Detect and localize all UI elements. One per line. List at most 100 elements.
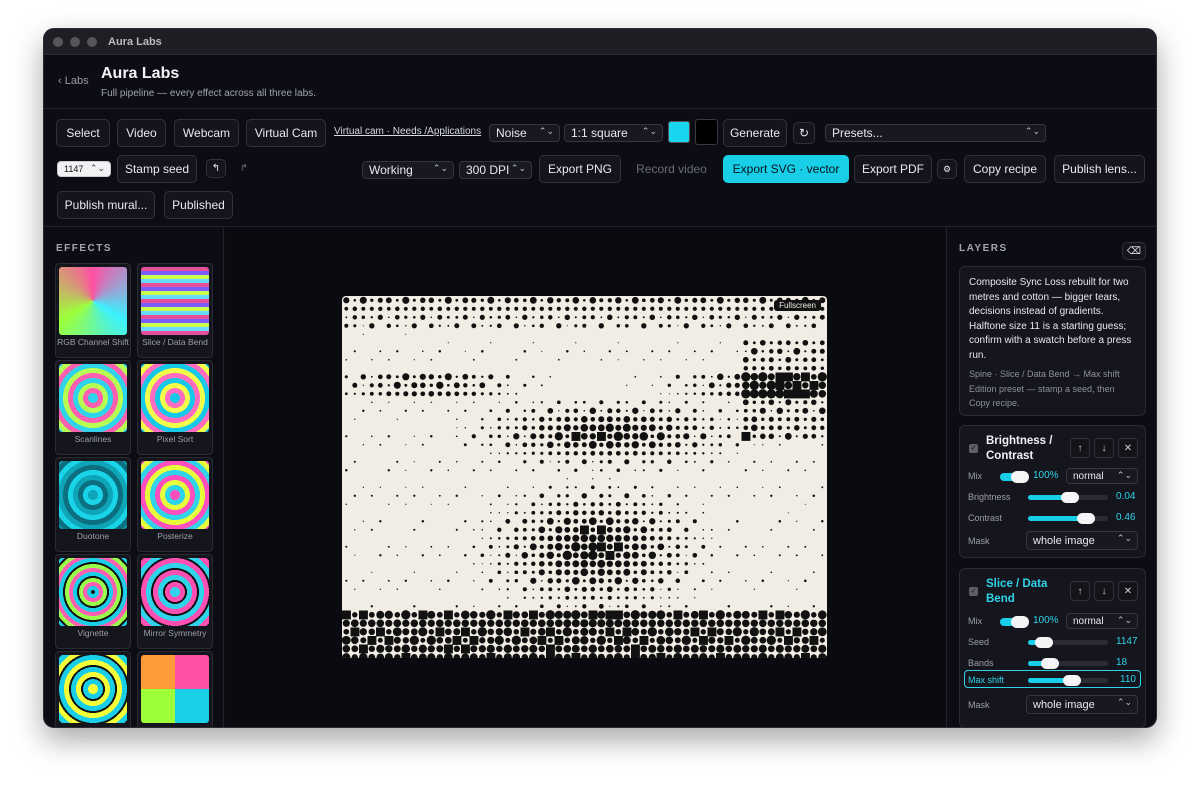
export-svg-button[interactable]: Export SVG · vector bbox=[723, 155, 849, 183]
chevron-updown-icon: ⌃⌄ bbox=[432, 163, 448, 173]
mask-select[interactable]: whole image ⌃⌄ bbox=[1026, 531, 1138, 550]
chevron-updown-icon: ⌃⌄ bbox=[1116, 470, 1132, 480]
redo-icon[interactable]: ↱ bbox=[234, 159, 254, 178]
artboard[interactable]: Fullscreen bbox=[342, 296, 827, 658]
clear-layers-icon[interactable]: ⌫ bbox=[1122, 242, 1146, 260]
effect-label: Duotone bbox=[76, 531, 110, 541]
effects-heading: EFFECTS bbox=[56, 243, 113, 254]
copy-recipe-button[interactable]: Copy recipe bbox=[964, 155, 1046, 183]
minimize-window-button[interactable] bbox=[70, 36, 80, 47]
color-swatch-secondary[interactable] bbox=[695, 119, 718, 145]
refresh-icon[interactable]: ↻ bbox=[793, 122, 815, 144]
mix-value: 100% bbox=[1033, 615, 1059, 626]
contrast-slider[interactable] bbox=[1028, 513, 1108, 524]
mix-value: 100% bbox=[1033, 470, 1059, 481]
move-down-icon[interactable]: ↓ bbox=[1094, 438, 1114, 458]
effect-tile[interactable]: Scanlines bbox=[55, 360, 131, 455]
color-profile-select[interactable]: Working ⌃⌄ bbox=[362, 161, 454, 179]
effect-tile[interactable]: Posterize bbox=[137, 457, 213, 552]
effect-thumbnail bbox=[141, 655, 209, 723]
published-button[interactable]: Published bbox=[164, 191, 233, 219]
back-link[interactable]: ‹ Labs bbox=[58, 75, 89, 87]
export-png-button[interactable]: Export PNG bbox=[539, 155, 621, 183]
layer-enabled-checkbox[interactable]: ✓ bbox=[969, 587, 978, 596]
effect-thumbnail bbox=[141, 558, 209, 626]
stamp-seed-button[interactable]: Stamp seed bbox=[117, 155, 197, 183]
param-value: 1147 bbox=[1116, 636, 1138, 647]
record-video-button[interactable]: Record video bbox=[627, 155, 716, 183]
layer-card-brightness-contrast: ✓ Brightness / Contrast ↑ ↓ ✕ Mix 100% n… bbox=[959, 425, 1146, 558]
note-spine: Spine · Slice / Data Bend → Max shift bbox=[969, 369, 1120, 379]
mix-toggle[interactable] bbox=[1000, 616, 1029, 628]
effect-thumbnail bbox=[59, 655, 127, 723]
virtual-cam-link[interactable]: Virtual cam · Needs /Applications bbox=[334, 126, 481, 137]
mask-label: Mask bbox=[968, 536, 990, 546]
effect-tile[interactable] bbox=[55, 651, 131, 727]
mask-label: Mask bbox=[968, 700, 990, 710]
stepper-icon: ⌃⌄ bbox=[89, 163, 105, 173]
effect-tile[interactable]: Vignette bbox=[55, 554, 131, 649]
param-label: Contrast bbox=[968, 513, 1003, 523]
halftone-image bbox=[342, 296, 827, 658]
layer-enabled-checkbox[interactable]: ✓ bbox=[969, 444, 978, 453]
recipe-note: Composite Sync Loss rebuilt for two metr… bbox=[959, 266, 1146, 416]
webcam-button[interactable]: Webcam bbox=[174, 119, 239, 147]
remove-layer-icon[interactable]: ✕ bbox=[1118, 438, 1138, 458]
chevron-updown-icon: ⌃⌄ bbox=[1116, 697, 1132, 707]
layer-title: Slice / Data Bend bbox=[986, 578, 1048, 605]
publish-lens-button[interactable]: Publish lens... bbox=[1054, 155, 1145, 183]
maximize-window-button[interactable] bbox=[87, 36, 97, 47]
aspect-select[interactable]: 1:1 square ⌃⌄ bbox=[564, 124, 663, 142]
effect-label: Pixel Sort bbox=[156, 434, 194, 444]
remove-layer-icon[interactable]: ✕ bbox=[1118, 581, 1138, 601]
effect-tile[interactable]: RGB Channel Shift bbox=[55, 263, 131, 358]
select-button[interactable]: Select bbox=[56, 119, 110, 147]
blend-mode-select[interactable]: normal ⌃⌄ bbox=[1066, 468, 1138, 484]
presets-select[interactable]: Presets... ⌃⌄ bbox=[825, 124, 1046, 142]
effect-tile[interactable]: Slice / Data Bend bbox=[137, 263, 213, 358]
mix-toggle[interactable] bbox=[1000, 471, 1029, 483]
effect-label: Slice / Data Bend bbox=[142, 337, 208, 347]
undo-icon[interactable]: ↰ bbox=[206, 159, 226, 178]
export-pdf-button[interactable]: Export PDF bbox=[854, 155, 932, 183]
generate-button[interactable]: Generate bbox=[723, 119, 787, 147]
brightness-slider[interactable] bbox=[1028, 492, 1108, 503]
fullscreen-button[interactable]: Fullscreen bbox=[774, 300, 821, 311]
color-swatch-primary[interactable] bbox=[668, 121, 690, 143]
effects-panel: EFFECTS RGB Channel Shift Slice / Data Be… bbox=[44, 228, 224, 727]
param-label: Brightness bbox=[968, 492, 1011, 502]
dpi-select[interactable]: 300 DPI ⌃⌄ bbox=[459, 161, 532, 179]
settings-gear-icon[interactable]: ⚙ bbox=[937, 159, 957, 179]
publish-mural-button[interactable]: Publish mural... bbox=[57, 191, 155, 219]
seed-input[interactable]: 1147 ⌃⌄ bbox=[57, 161, 111, 177]
seed-slider[interactable] bbox=[1028, 637, 1108, 648]
move-down-icon[interactable]: ↓ bbox=[1094, 581, 1114, 601]
mask-select[interactable]: whole image ⌃⌄ bbox=[1026, 695, 1138, 714]
close-window-button[interactable] bbox=[53, 36, 63, 47]
move-up-icon[interactable]: ↑ bbox=[1070, 581, 1090, 601]
page-subtitle: Full pipeline — every effect across all … bbox=[101, 88, 316, 99]
effect-thumbnail bbox=[59, 461, 127, 529]
move-up-icon[interactable]: ↑ bbox=[1070, 438, 1090, 458]
effect-tile[interactable]: Mirror Symmetry bbox=[137, 554, 213, 649]
effect-select[interactable]: Noise ⌃⌄ bbox=[489, 124, 560, 142]
mix-label: Mix bbox=[968, 471, 982, 481]
canvas-area: Fullscreen bbox=[225, 228, 945, 727]
effect-tile[interactable]: Duotone bbox=[55, 457, 131, 552]
virtual-cam-button[interactable]: Virtual Cam bbox=[246, 119, 326, 147]
chevron-updown-icon: ⌃⌄ bbox=[510, 163, 526, 173]
bands-slider[interactable] bbox=[1028, 658, 1108, 669]
blend-mode-select[interactable]: normal ⌃⌄ bbox=[1066, 613, 1138, 629]
effect-label: RGB Channel Shift bbox=[57, 337, 129, 347]
effect-tile[interactable]: Pixel Sort bbox=[137, 360, 213, 455]
video-button[interactable]: Video bbox=[117, 119, 166, 147]
chevron-updown-icon: ⌃⌄ bbox=[1024, 126, 1040, 136]
layer-title: Brightness / Contrast bbox=[986, 435, 1053, 462]
effect-thumbnail bbox=[59, 267, 127, 335]
note-edition: Edition preset — stamp a seed, then Copy… bbox=[969, 384, 1115, 408]
param-label: Bands bbox=[968, 658, 994, 668]
layers-heading: LAYERS bbox=[959, 243, 1008, 254]
max-shift-slider[interactable] bbox=[1028, 675, 1108, 686]
param-value: 18 bbox=[1116, 657, 1128, 668]
effect-tile[interactable] bbox=[137, 651, 213, 727]
